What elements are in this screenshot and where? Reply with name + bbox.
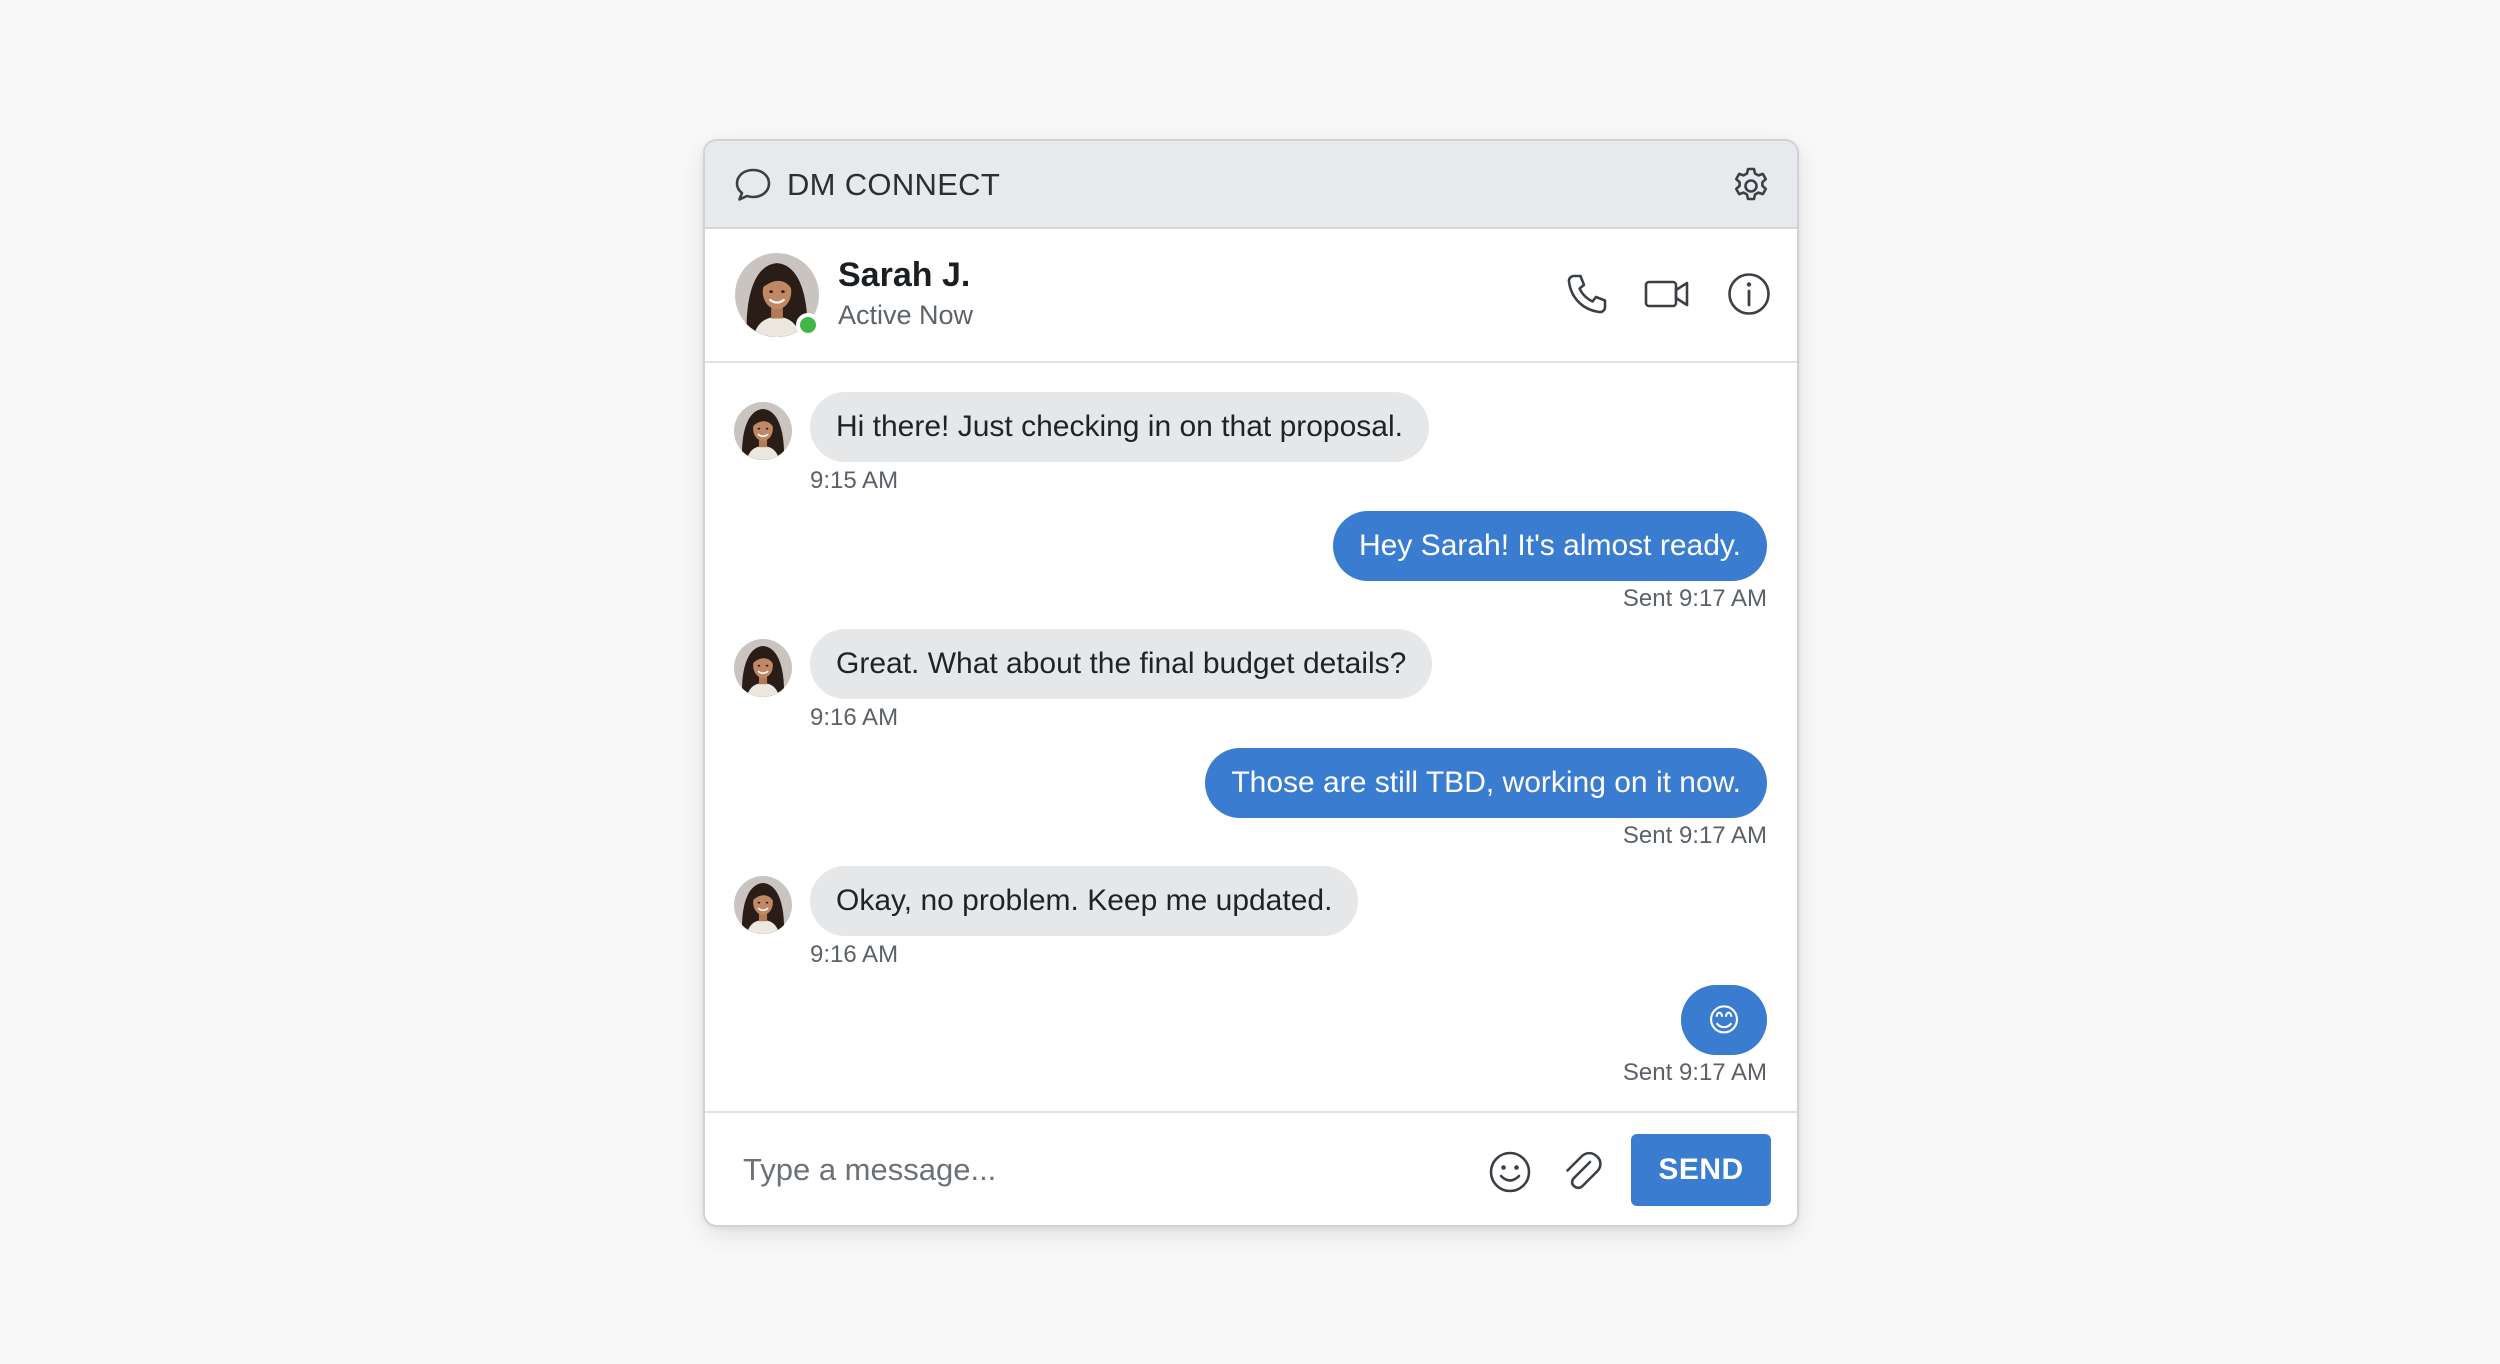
chat-window: DM CONNECT Sarah J. Active Now Hi there!… — [703, 139, 1799, 1227]
phone-icon[interactable] — [1563, 270, 1611, 318]
title-bar: DM CONNECT — [705, 141, 1797, 229]
message-timestamp: Sent 9:17 AM — [1622, 1059, 1767, 1086]
message-timestamp: 9:15 AM — [810, 467, 899, 494]
smiley-icon[interactable] — [1487, 1149, 1533, 1195]
message-timestamp: Sent 9:17 AM — [1622, 585, 1767, 612]
info-icon[interactable] — [1725, 270, 1773, 318]
send-button[interactable]: SEND — [1631, 1134, 1771, 1206]
message-input[interactable] — [743, 1135, 1443, 1205]
contact-name: Sarah J. — [838, 256, 971, 294]
message-bubble-outgoing: Those are still TBD, working on it now. — [1205, 748, 1767, 818]
message-bubble-emoji: 😊 — [1681, 985, 1767, 1055]
video-camera-icon[interactable] — [1643, 270, 1691, 318]
avatar — [734, 876, 792, 934]
presence-indicator — [796, 313, 820, 337]
message-bubble-incoming: Hi there! Just checking in on that propo… — [810, 392, 1429, 462]
message-bubble-incoming: Okay, no problem. Keep me updated. — [810, 866, 1359, 936]
message-timestamp: 9:16 AM — [810, 704, 899, 731]
message-list[interactable]: Hi there! Just checking in on that propo… — [705, 363, 1797, 1225]
avatar — [734, 639, 792, 697]
gear-icon[interactable] — [1730, 165, 1772, 207]
message-composer: SEND — [705, 1111, 1797, 1225]
contact-header: Sarah J. Active Now — [705, 229, 1797, 363]
message-bubble-incoming: Great. What about the final budget detai… — [810, 629, 1433, 699]
message-timestamp: Sent 9:17 AM — [1622, 822, 1767, 849]
avatar — [734, 402, 792, 460]
app-title: DM CONNECT — [787, 167, 1001, 202]
contact-status: Active Now — [838, 300, 974, 330]
paperclip-icon[interactable] — [1559, 1149, 1605, 1195]
chat-bubble-icon — [735, 168, 771, 201]
message-timestamp: 9:16 AM — [810, 941, 899, 968]
message-bubble-outgoing: Hey Sarah! It's almost ready. — [1333, 511, 1767, 581]
